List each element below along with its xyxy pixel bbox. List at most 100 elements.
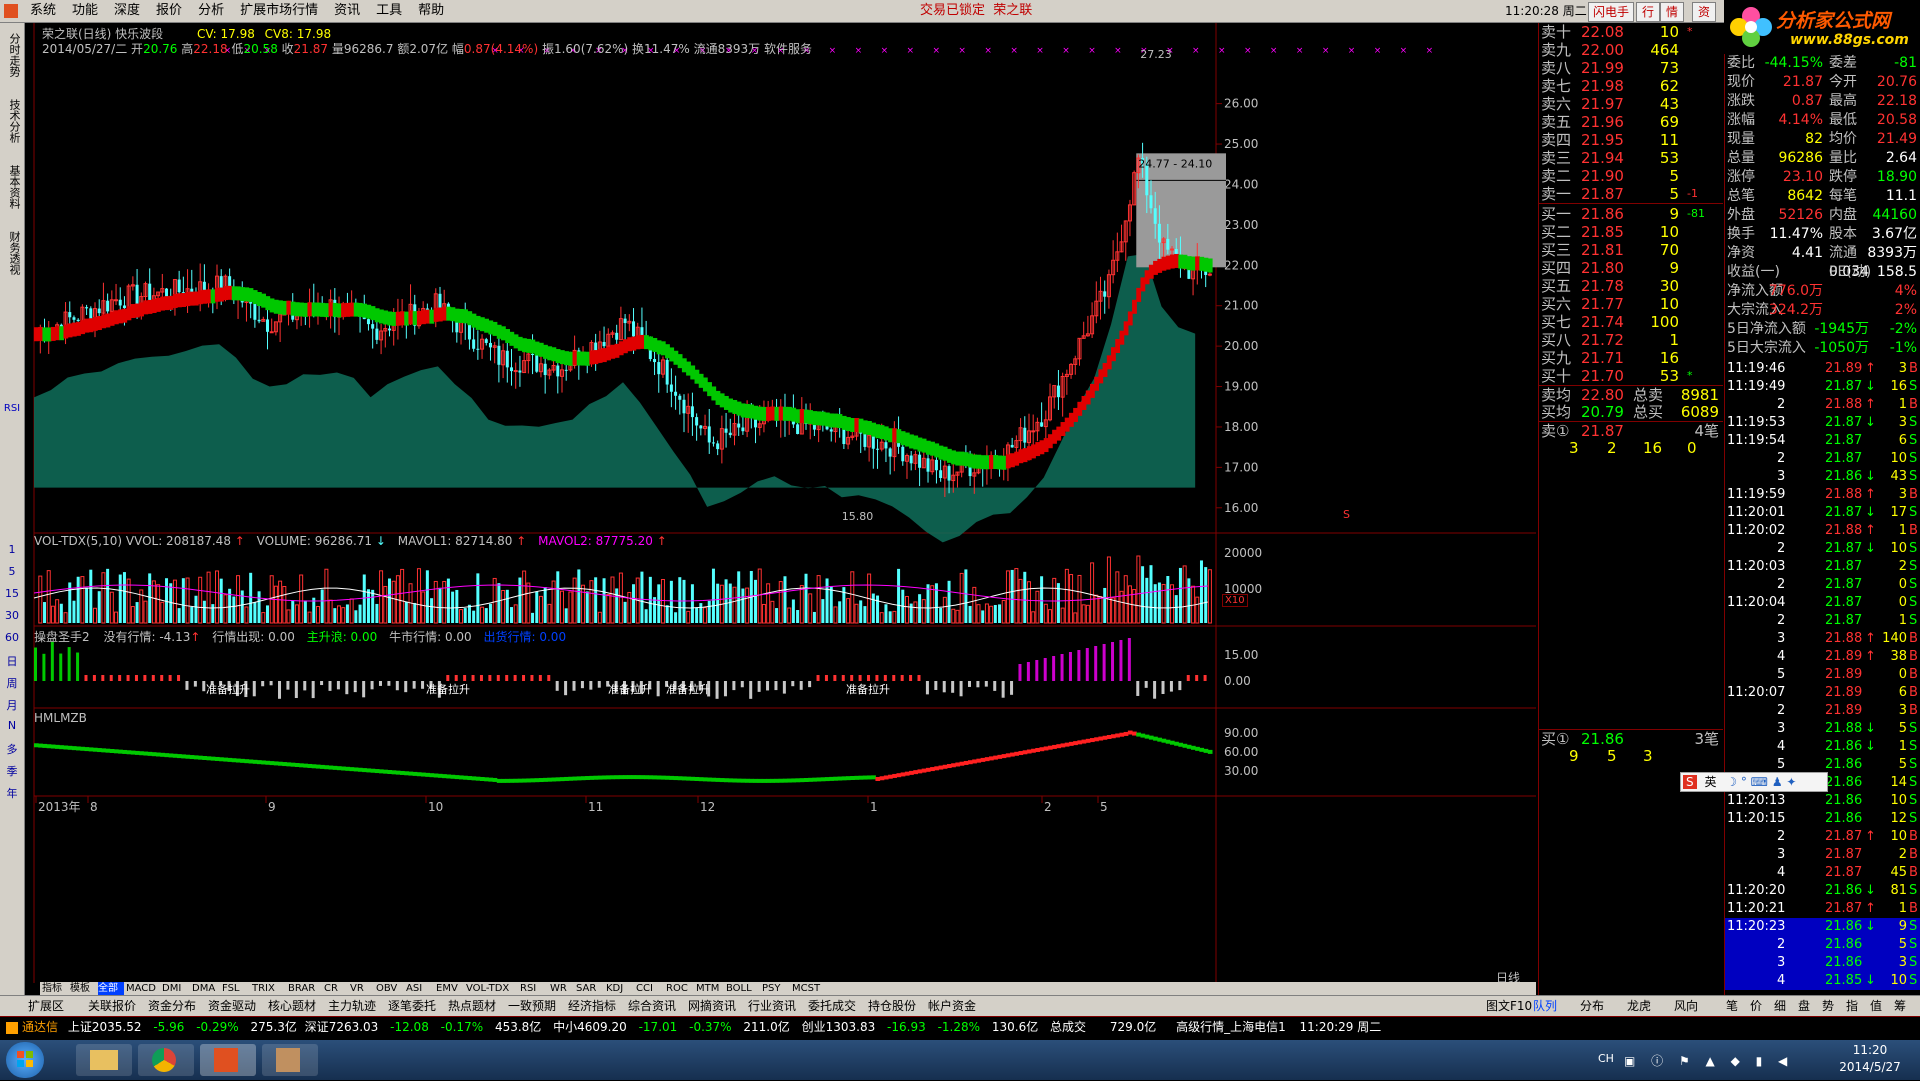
menu-item-0[interactable]: 系统 [22, 3, 64, 18]
indicator-tab-8[interactable]: BRAR [288, 982, 322, 996]
indicator-tab-13[interactable]: EMV [436, 982, 464, 996]
bottom-tab-13[interactable]: 委托成交 [808, 998, 856, 1014]
menu-item-5[interactable]: 扩展市场行情 [232, 3, 326, 18]
right-bottom-tab-2[interactable]: 分布 [1580, 998, 1604, 1014]
period-0[interactable]: 1 [2, 543, 22, 556]
bottom-tab-10[interactable]: 综合资讯 [628, 998, 676, 1014]
bottom-tab-5[interactable]: 主力轨迹 [328, 998, 376, 1014]
period-2[interactable]: 15 [2, 587, 22, 600]
bottom-tab-8[interactable]: 一致预期 [508, 998, 556, 1014]
bottom-tab-9[interactable]: 经济指标 [568, 998, 616, 1014]
menu-item-7[interactable]: 工具 [368, 3, 410, 18]
taskbar-tdx[interactable] [200, 1044, 256, 1076]
indicator-tab-24[interactable]: MCST [792, 982, 826, 996]
menu-item-6[interactable]: 资讯 [326, 3, 368, 18]
right-bottom-tab-4[interactable]: 风向 [1674, 998, 1698, 1014]
indicator-tab-2[interactable]: 全部 [98, 982, 124, 996]
tab-finance[interactable]: 财务透视 [2, 223, 22, 283]
quote-bottom-tab-7[interactable]: 筹 [1894, 998, 1906, 1014]
right-bottom-tab-1[interactable]: 队列 [1533, 998, 1557, 1014]
indicator-tab-18[interactable]: KDJ [606, 982, 634, 996]
quote-bottom-tab-1[interactable]: 价 [1750, 998, 1762, 1014]
menu-item-3[interactable]: 报价 [148, 3, 190, 18]
indicator-tab-9[interactable]: CR [324, 982, 348, 996]
quote-button-1[interactable]: 行 [1636, 2, 1660, 22]
ime-tools-icon[interactable]: ☽ ° ⌨ ♟ ✦ [1726, 775, 1796, 789]
indicator-tab-17[interactable]: SAR [576, 982, 604, 996]
indicator-tab-19[interactable]: CCI [636, 982, 664, 996]
period-11[interactable]: 年 [2, 785, 22, 801]
indicator-tab-15[interactable]: RSI [520, 982, 548, 996]
indicator-tab-22[interactable]: BOLL [726, 982, 760, 996]
period-1[interactable]: 5 [2, 565, 22, 578]
bottom-tab-14[interactable]: 持仓股份 [868, 998, 916, 1014]
quote-button-2[interactable]: 情 [1660, 2, 1684, 22]
ime-toolbar[interactable]: S 英 ☽ ° ⌨ ♟ ✦ [1680, 772, 1828, 792]
menu-item-4[interactable]: 分析 [190, 3, 232, 18]
indicator-tab-16[interactable]: WR [550, 982, 574, 996]
indicator-tab-6[interactable]: FSL [222, 982, 250, 996]
quote-bottom-tab-6[interactable]: 值 [1870, 998, 1882, 1014]
ime-mode[interactable]: 英 [1704, 775, 1716, 789]
bottom-tab-12[interactable]: 行业资讯 [748, 998, 796, 1014]
indicator-tab-12[interactable]: ASI [406, 982, 434, 996]
quote-bottom-tab-2[interactable]: 细 [1774, 998, 1786, 1014]
start-button[interactable] [6, 1042, 44, 1078]
bottom-tab-6[interactable]: 逐笔委托 [388, 998, 436, 1014]
indicator-tab-3[interactable]: MACD [126, 982, 160, 996]
bottom-tab-1[interactable]: 关联报价 [88, 998, 136, 1014]
lang-indicator[interactable]: CH [1598, 1052, 1614, 1065]
cp-bar-226 [984, 681, 988, 687]
hm-seg-239 [1039, 747, 1045, 752]
indicator-tab-5[interactable]: DMA [192, 982, 220, 996]
taskbar-app[interactable] [262, 1044, 318, 1076]
bottom-tab-15[interactable]: 帐户资金 [928, 998, 976, 1014]
tab-intraday[interactable]: 分时走势 [2, 25, 22, 85]
quote-bottom-tab-5[interactable]: 指 [1846, 998, 1858, 1014]
period-4[interactable]: 60 [2, 631, 22, 644]
taskbar-chrome[interactable] [138, 1044, 194, 1076]
indicator-tab-14[interactable]: VOL-TDX [466, 982, 518, 996]
candle-body-115 [518, 370, 522, 373]
vol-bar-162 [716, 583, 720, 623]
menu-item-1[interactable]: 功能 [64, 3, 106, 18]
bottom-tab-2[interactable]: 资金分布 [148, 998, 196, 1014]
period-6[interactable]: 周 [2, 675, 22, 691]
chart-canvas[interactable]: 26.0025.0024.0023.0022.0021.0020.0019.00… [26, 23, 1536, 983]
tab-technical[interactable]: 技术分析 [2, 91, 22, 151]
right-bottom-tab-3[interactable]: 龙虎 [1627, 998, 1651, 1014]
indicator-tab-4[interactable]: DMI [162, 982, 190, 996]
indicator-tab-7[interactable]: TRIX [252, 982, 286, 996]
tray-icons[interactable]: ▣ ⓘ ⚑ ▲ ◆ ▮ ◀ [1624, 1052, 1793, 1069]
bottom-tab-0[interactable]: 扩展区 [28, 998, 64, 1014]
period-8[interactable]: N [2, 719, 22, 732]
bottom-tab-7[interactable]: 热点题材 [448, 998, 496, 1014]
period-10[interactable]: 季 [2, 763, 22, 779]
indicator-tab-10[interactable]: VR [350, 982, 374, 996]
menu-item-2[interactable]: 深度 [106, 3, 148, 18]
indicator-tab-11[interactable]: OBV [376, 982, 404, 996]
tab-fundamentals[interactable]: 基本资料 [2, 157, 22, 217]
menu-item-8[interactable]: 帮助 [410, 3, 452, 18]
period-7[interactable]: 月 [2, 697, 22, 713]
taskbar-explorer[interactable] [76, 1044, 132, 1076]
indicator-tab-21[interactable]: MTM [696, 982, 724, 996]
period-9[interactable]: 多 [2, 741, 22, 757]
app-icon[interactable] [4, 4, 18, 18]
indicator-tab-23[interactable]: PSY [762, 982, 790, 996]
indicator-tab-1[interactable]: 模板 [70, 982, 96, 996]
bottom-tab-4[interactable]: 核心题材 [268, 998, 316, 1014]
quote-bottom-tab-3[interactable]: 盘 [1798, 998, 1810, 1014]
quote-bottom-tab-0[interactable]: 笔 [1726, 998, 1738, 1014]
info-button[interactable]: 资 [1692, 2, 1716, 22]
period-3[interactable]: 30 [2, 609, 22, 622]
bottom-tab-3[interactable]: 资金驱动 [208, 998, 256, 1014]
rsi-shortcut[interactable]: RSI [2, 403, 22, 414]
indicator-tab-20[interactable]: ROC [666, 982, 694, 996]
right-bottom-tab-0[interactable]: 图文F10 [1486, 998, 1532, 1014]
flash-hand-button[interactable]: 闪电手 [1588, 2, 1634, 22]
quote-bottom-tab-4[interactable]: 势 [1822, 998, 1834, 1014]
bottom-tab-11[interactable]: 网摘资讯 [688, 998, 736, 1014]
indicator-tab-0[interactable]: 指标 [42, 982, 68, 996]
period-5[interactable]: 日 [2, 653, 22, 669]
